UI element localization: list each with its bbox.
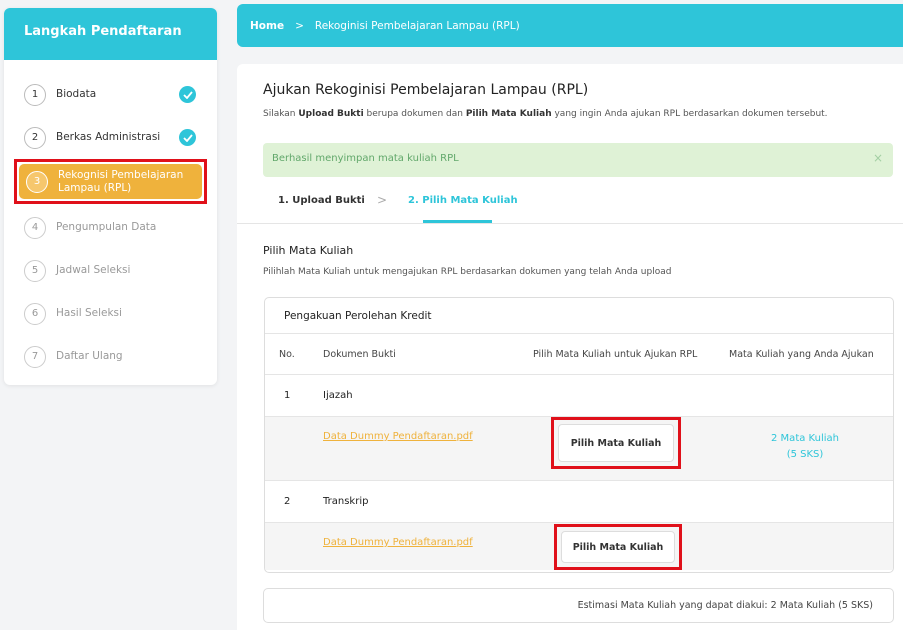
step-tabs: 1. Upload Bukti > 2. Pilih Mata Kuliah	[237, 177, 903, 224]
step-label: Jadwal Seleksi	[56, 264, 131, 276]
credit-estimate-box: Estimasi Mata Kuliah yang dapat diakui: …	[263, 588, 894, 623]
step-rpl[interactable]: 3 Rekognisi Pembelajaran Lampau (RPL)	[14, 159, 207, 204]
breadcrumb-current: Rekoginisi Pembelajaran Lampau (RPL)	[314, 19, 520, 32]
table-row-detail: Data Dummy Pendaftaran.pdf Pilih Mata Ku…	[265, 523, 893, 570]
check-icon	[179, 129, 196, 146]
step-label: Biodata	[56, 88, 97, 100]
check-icon	[179, 86, 196, 103]
row-number: 2	[284, 496, 291, 507]
success-alert: Berhasil menyimpan mata kuliah RPL ×	[263, 143, 893, 177]
submitted-courses-link[interactable]: 2 Mata Kuliah (5 SKS)	[755, 431, 855, 463]
document-name: Transkrip	[323, 496, 369, 507]
section-description: Pilihlah Mata Kuliah untuk mengajukan RP…	[263, 267, 672, 277]
registration-steps-sidebar: Langkah Pendaftaran 1 Biodata 2 Berkas A…	[4, 8, 217, 385]
highlight-frame: Pilih Mata Kuliah	[554, 524, 682, 570]
active-step-box: 3 Rekognisi Pembelajaran Lampau (RPL)	[19, 164, 202, 199]
step-label: Pengumpulan Data	[56, 221, 157, 233]
table-row: 2 Transkrip	[265, 481, 893, 523]
steps-list: 1 Biodata 2 Berkas Administrasi 3 Rekogn…	[4, 60, 217, 378]
close-icon[interactable]: ×	[873, 151, 883, 165]
document-file-link[interactable]: Data Dummy Pendaftaran.pdf	[323, 537, 473, 548]
step-number: 4	[24, 216, 46, 239]
sidebar-title: Langkah Pendaftaran	[4, 8, 217, 60]
chevron-right-icon: >	[295, 19, 304, 32]
step-berkas-administrasi[interactable]: 2 Berkas Administrasi	[4, 116, 217, 159]
page-description: Silakan Upload Bukti berupa dokumen dan …	[263, 109, 828, 119]
highlight-frame: Pilih Mata Kuliah	[551, 417, 681, 469]
main-card: Ajukan Rekoginisi Pembelajaran Lampau (R…	[237, 64, 903, 630]
submitted-courses-count: 2 Mata Kuliah	[771, 433, 839, 444]
alert-message: Berhasil menyimpan mata kuliah RPL	[272, 153, 459, 164]
active-tab-indicator	[423, 220, 492, 223]
step-number: 5	[24, 259, 46, 282]
column-header-taken: Mata Kuliah yang Anda Ajukan	[729, 349, 874, 360]
step-number: 1	[24, 83, 46, 106]
table-row-detail: Data Dummy Pendaftaran.pdf Pilih Mata Ku…	[265, 417, 893, 481]
tab-upload-bukti[interactable]: 1. Upload Bukti	[278, 195, 365, 206]
breadcrumb-home-link[interactable]: Home	[250, 20, 284, 32]
step-daftar-ulang[interactable]: 7 Daftar Ulang	[4, 335, 217, 378]
step-label: Berkas Administrasi	[56, 131, 161, 143]
column-header-no: No.	[279, 349, 295, 360]
document-name: Ijazah	[323, 390, 353, 401]
step-pengumpulan-data[interactable]: 4 Pengumpulan Data	[4, 206, 217, 249]
step-hasil-seleksi[interactable]: 6 Hasil Seleksi	[4, 292, 217, 335]
submitted-courses-sks: (5 SKS)	[786, 449, 824, 460]
step-label: Rekognisi Pembelajaran Lampau (RPL)	[58, 168, 184, 194]
page-title: Ajukan Rekoginisi Pembelajaran Lampau (R…	[263, 82, 589, 98]
tab-pilih-mata-kuliah[interactable]: 2. Pilih Mata Kuliah	[408, 195, 518, 206]
step-biodata[interactable]: 1 Biodata	[4, 73, 217, 116]
table-row: 1 Ijazah	[265, 375, 893, 417]
step-number: 2	[24, 126, 46, 149]
step-number: 3	[26, 170, 48, 193]
credit-estimate-text: Estimasi Mata Kuliah yang dapat diakui: …	[577, 600, 873, 611]
step-label: Daftar Ulang	[56, 350, 123, 362]
pilih-mata-kuliah-button[interactable]: Pilih Mata Kuliah	[558, 424, 674, 462]
section-title: Pilih Mata Kuliah	[263, 244, 354, 257]
step-jadwal-seleksi[interactable]: 5 Jadwal Seleksi	[4, 249, 217, 292]
column-header-document: Dokumen Bukti	[323, 349, 396, 360]
step-number: 7	[24, 345, 46, 368]
column-header-pick: Pilih Mata Kuliah untuk Ajukan RPL	[533, 349, 698, 360]
breadcrumb: Home > Rekoginisi Pembelajaran Lampau (R…	[237, 4, 903, 47]
credit-recognition-table: Pengakuan Perolehan Kredit No. Dokumen B…	[264, 297, 894, 573]
row-number: 1	[284, 390, 291, 401]
chevron-right-icon: >	[377, 193, 388, 207]
document-file-link[interactable]: Data Dummy Pendaftaran.pdf	[323, 431, 473, 442]
step-label: Hasil Seleksi	[56, 307, 122, 319]
table-title: Pengakuan Perolehan Kredit	[265, 298, 893, 334]
pilih-mata-kuliah-button[interactable]: Pilih Mata Kuliah	[561, 531, 675, 563]
table-header: No. Dokumen Bukti Pilih Mata Kuliah untu…	[265, 334, 893, 375]
step-number: 6	[24, 302, 46, 325]
